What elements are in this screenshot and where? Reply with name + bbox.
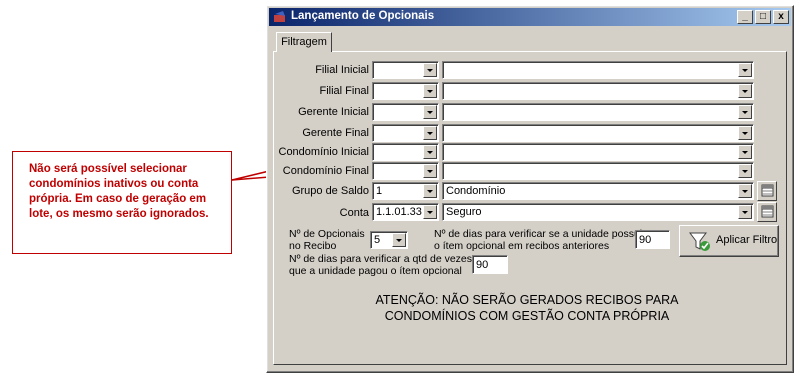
chevron-down-icon[interactable] xyxy=(423,184,437,198)
gerente-inicial-code-combo[interactable] xyxy=(372,103,439,121)
chevron-down-icon[interactable] xyxy=(738,126,752,140)
filial-inicial-code-combo[interactable] xyxy=(372,61,439,79)
filial-final-label: Filial Final xyxy=(319,85,369,97)
grupo-saldo-label: Grupo de Saldo xyxy=(291,185,369,197)
chevron-down-icon[interactable] xyxy=(423,145,437,159)
condominio-inicial-label: Condomínio Inicial xyxy=(278,146,370,158)
chevron-down-icon[interactable] xyxy=(423,164,437,178)
chevron-down-icon[interactable] xyxy=(738,63,752,77)
annotation-text: Não será possível selecionar condomínios… xyxy=(29,163,209,220)
chevron-down-icon[interactable] xyxy=(423,205,437,219)
chevron-down-icon[interactable] xyxy=(423,63,437,77)
gerente-final-name-combo[interactable] xyxy=(442,124,754,142)
opcionais-window: Lançamento de Opcionais _ □ x Filtragem … xyxy=(266,5,794,373)
condominio-final-label: Condomínio Final xyxy=(282,165,369,177)
chevron-down-icon[interactable] xyxy=(738,145,752,159)
minimize-button[interactable]: _ xyxy=(737,10,753,24)
grupo-saldo-name-combo[interactable]: Condomínio xyxy=(442,182,754,200)
gerente-final-code-combo[interactable] xyxy=(372,124,439,142)
chevron-down-icon[interactable] xyxy=(423,126,437,140)
grupo-saldo-lookup-button[interactable] xyxy=(757,181,777,201)
chevron-down-icon[interactable] xyxy=(738,84,752,98)
apply-filter-button[interactable]: Aplicar Filtro xyxy=(679,225,779,257)
conta-name-combo[interactable]: Seguro xyxy=(442,203,754,221)
table-lookup-icon xyxy=(761,205,774,218)
maximize-button[interactable]: □ xyxy=(755,10,771,24)
gerente-final-label: Gerente Final xyxy=(302,127,369,139)
chevron-down-icon[interactable] xyxy=(738,105,752,119)
warning-line-2: CONDOMÍNIOS COM GESTÃO CONTA PRÓPRIA xyxy=(384,309,670,323)
condominio-final-code-combo[interactable] xyxy=(372,162,439,180)
opcionais-label: Nº de Opcionais no Recibo xyxy=(289,228,365,252)
close-button[interactable]: x xyxy=(773,10,789,24)
filial-final-name-combo[interactable] xyxy=(442,82,754,100)
chevron-down-icon[interactable] xyxy=(738,205,752,219)
tab-filtragem[interactable]: Filtragem xyxy=(276,32,332,52)
condominio-inicial-code-combo[interactable] xyxy=(372,143,439,161)
condominio-inicial-name-combo[interactable] xyxy=(442,143,754,161)
window-title: Lançamento de Opcionais xyxy=(291,10,435,22)
table-lookup-icon xyxy=(761,184,774,197)
conta-code-combo[interactable]: 1.1.01.33 xyxy=(372,203,439,221)
filter-icon xyxy=(689,232,710,251)
annotation-callout: Não será possível selecionar condomínios… xyxy=(12,151,232,254)
chevron-down-icon[interactable] xyxy=(423,84,437,98)
chevron-down-icon[interactable] xyxy=(392,233,406,247)
dias-verificar-input[interactable]: 90 xyxy=(635,230,670,249)
filial-inicial-label: Filial Inicial xyxy=(315,64,369,76)
app-icon xyxy=(274,11,285,22)
opcionais-combo[interactable]: 5 xyxy=(370,231,408,249)
grupo-saldo-code-combo[interactable]: 1 xyxy=(372,182,439,200)
chevron-down-icon[interactable] xyxy=(738,164,752,178)
warning-line-1: ATENÇÃO: NÃO SERÃO GERADOS RECIBOS PARA xyxy=(375,293,679,307)
chevron-down-icon[interactable] xyxy=(738,184,752,198)
filial-inicial-name-combo[interactable] xyxy=(442,61,754,79)
conta-label: Conta xyxy=(339,207,369,219)
dias-verificar-label: Nº de dias para verificar se a unidade p… xyxy=(434,228,643,252)
dias-qtd-label: Nº de dias para verificar a qtd de vezes… xyxy=(289,253,473,277)
condominio-final-name-combo[interactable] xyxy=(442,162,754,180)
dias-qtd-input[interactable]: 90 xyxy=(472,255,508,274)
conta-lookup-button[interactable] xyxy=(757,202,777,222)
gerente-inicial-name-combo[interactable] xyxy=(442,103,754,121)
chevron-down-icon[interactable] xyxy=(423,105,437,119)
filial-final-code-combo[interactable] xyxy=(372,82,439,100)
title-bar[interactable]: Lançamento de Opcionais _ □ x xyxy=(269,8,791,26)
gerente-inicial-label: Gerente Inicial xyxy=(298,106,369,118)
